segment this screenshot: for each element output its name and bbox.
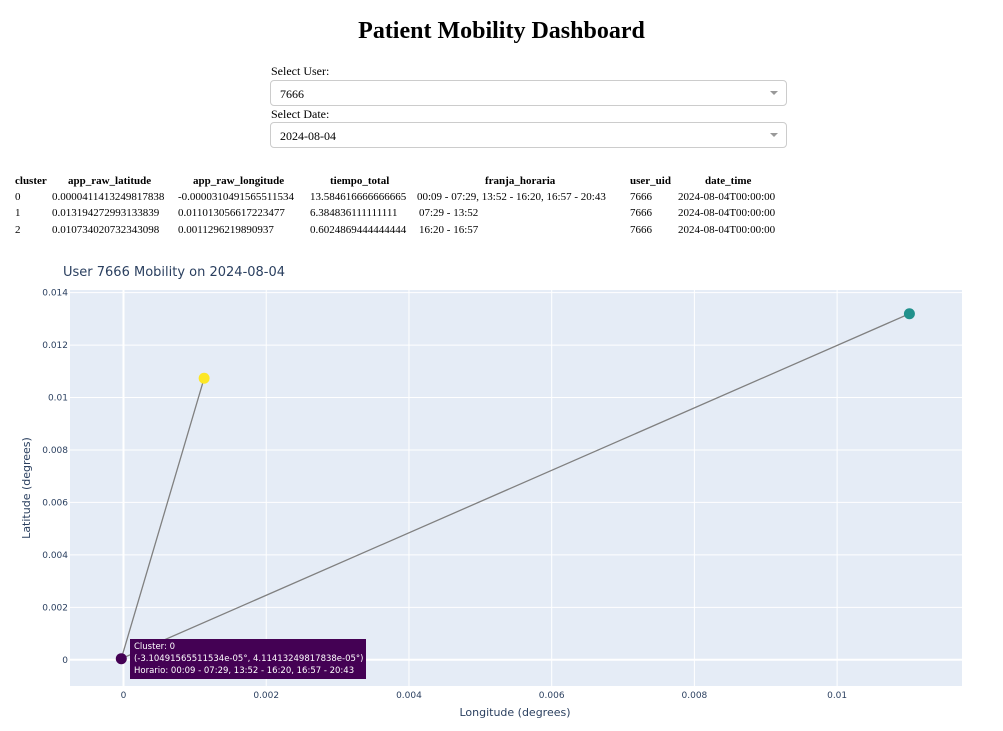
tooltip-cluster: Cluster: 0 (134, 642, 175, 652)
x-tick-label: 0.008 (682, 691, 708, 701)
y-tick-label: 0.012 (42, 341, 68, 351)
y-tick-label: 0 (62, 656, 68, 666)
cluster-point-1[interactable] (903, 308, 915, 320)
x-tick-label: 0 (121, 691, 127, 701)
y-tick-labels: 0 0.002 0.004 0.006 0.008 0.01 0.012 0.014 (42, 289, 68, 666)
x-axis-label: Longitude (degrees) (459, 706, 570, 719)
cluster-point-0[interactable] (115, 653, 127, 665)
x-tick-label: 0.002 (253, 691, 279, 701)
mobility-chart[interactable]: 0 0.002 0.004 0.006 0.008 0.01 0 0.002 0.004 0.0… (0, 0, 1003, 731)
tooltip-horario: Horario: 00:09 - 07:29, 13:52 - 16:20, 1… (134, 666, 355, 676)
y-tick-label: 0.004 (42, 551, 68, 561)
y-tick-label: 0.014 (42, 289, 68, 299)
cluster-point-2[interactable] (198, 372, 210, 384)
y-tick-label: 0.008 (42, 446, 68, 456)
y-axis-label: Latitude (degrees) (20, 437, 33, 539)
x-tick-labels: 0 0.002 0.004 0.006 0.008 0.01 (121, 691, 847, 701)
x-tick-label: 0.01 (827, 691, 847, 701)
hover-tooltip: Cluster: 0 (-3.10491565511534e-05°, 4.11… (130, 639, 366, 679)
x-tick-label: 0.006 (539, 691, 565, 701)
y-tick-label: 0.002 (42, 603, 68, 613)
tooltip-coords: (-3.10491565511534e-05°, 4.1141324981783… (134, 654, 364, 664)
y-tick-label: 0.006 (42, 498, 68, 508)
x-tick-label: 0.004 (396, 691, 422, 701)
y-tick-label: 0.01 (48, 394, 68, 404)
